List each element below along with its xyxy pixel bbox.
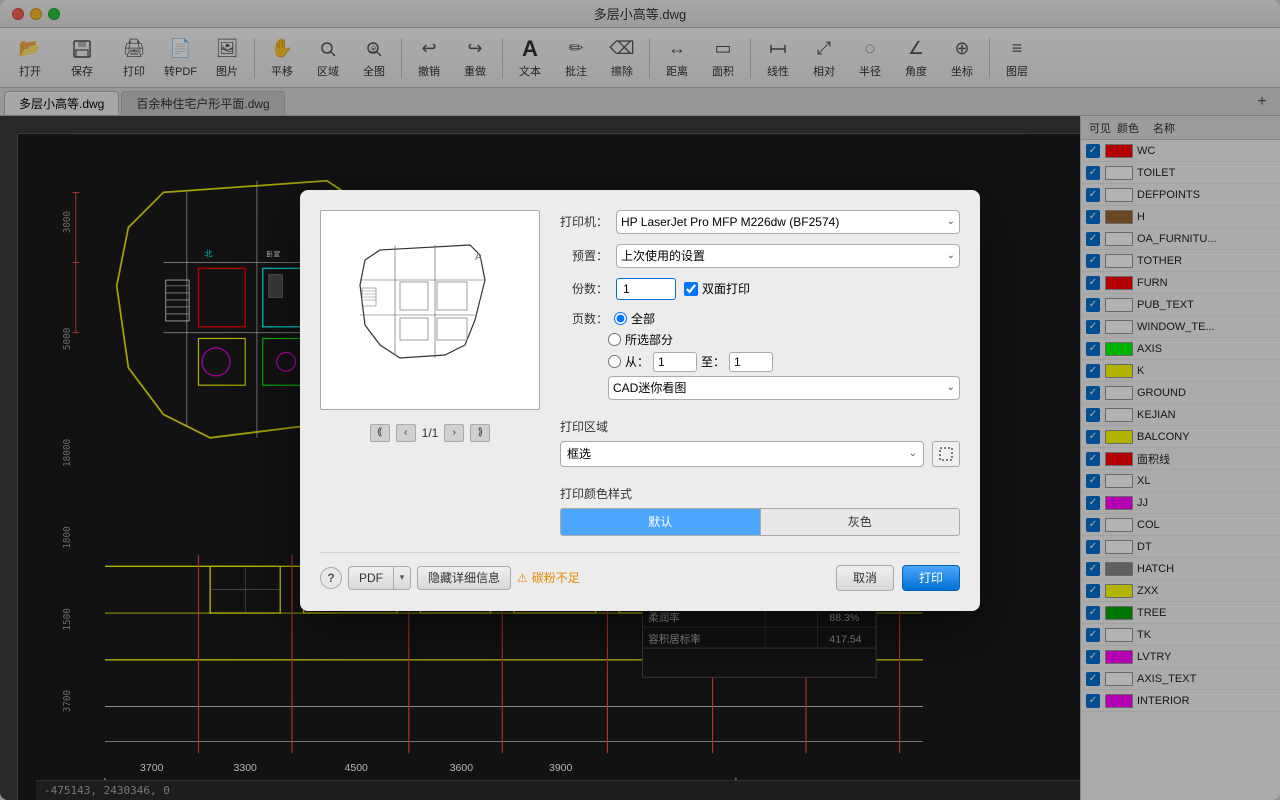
main-content: 3000 5000 18000 1800 1500 3700 bbox=[0, 116, 1280, 800]
pages-all-label: 全部 bbox=[631, 310, 655, 327]
duplex-label: 双面打印 bbox=[702, 280, 750, 297]
print-button[interactable]: 打印 bbox=[902, 565, 960, 591]
print-area-title: 打印区域 bbox=[560, 418, 960, 435]
printer-select[interactable]: HP LaserJet Pro MFP M226dw (BF2574) ⌄ bbox=[616, 210, 960, 234]
copies-input[interactable] bbox=[616, 278, 676, 300]
nav-next-btn[interactable]: › bbox=[444, 424, 464, 442]
print-preview-box: A bbox=[320, 210, 540, 410]
page-indicator: 1/1 bbox=[422, 426, 439, 440]
nav-last-btn[interactable]: ⟫ bbox=[470, 424, 490, 442]
preview-svg: A bbox=[330, 220, 530, 400]
printer-value: HP LaserJet Pro MFP M226dw (BF2574) bbox=[621, 215, 839, 229]
duplex-row: 双面打印 bbox=[684, 280, 750, 297]
viewer-select[interactable]: CAD迷你看图 ⌄ bbox=[608, 376, 960, 400]
copies-row: 份数： 双面打印 bbox=[560, 278, 960, 300]
area-icon-btn[interactable] bbox=[932, 441, 960, 467]
dialog-preview: A ⟪ ‹ 1/1 › ⟫ bbox=[320, 210, 540, 536]
page-to-input[interactable] bbox=[729, 352, 773, 372]
nav-prev-btn[interactable]: ‹ bbox=[396, 424, 416, 442]
pages-all-radio[interactable] bbox=[614, 312, 627, 325]
dialog-footer: ? PDF ▾ 隐藏详细信息 ⚠ 碳粉不足 取消 打印 bbox=[320, 552, 960, 591]
print-dialog-overlay: A ⟪ ‹ 1/1 › ⟫ bbox=[0, 116, 1280, 800]
print-dialog: A ⟪ ‹ 1/1 › ⟫ bbox=[300, 190, 980, 611]
viewer-value: CAD迷你看图 bbox=[613, 379, 686, 396]
color-default-btn[interactable]: 默认 bbox=[560, 508, 761, 536]
color-buttons: 默认 灰色 bbox=[560, 508, 960, 536]
svg-text:A: A bbox=[475, 252, 482, 263]
color-section: 打印颜色样式 默认 灰色 bbox=[560, 481, 960, 536]
page-from-input[interactable] bbox=[653, 352, 697, 372]
area-select[interactable]: 框选 ⌄ bbox=[560, 441, 924, 467]
area-value: 框选 bbox=[567, 445, 591, 462]
print-area-section: 打印区域 框选 ⌄ bbox=[560, 414, 960, 467]
preset-label: 预置： bbox=[560, 247, 608, 264]
dialog-form: 打印机： HP LaserJet Pro MFP M226dw (BF2574)… bbox=[560, 210, 960, 536]
color-gray-btn[interactable]: 灰色 bbox=[761, 508, 961, 536]
preset-value: 上次使用的设置 bbox=[621, 247, 705, 264]
warning-icon: ⚠ bbox=[517, 571, 528, 585]
footer-right: 取消 打印 bbox=[836, 565, 960, 591]
pages-row: 页数： 全部 所选部分 bbox=[560, 310, 960, 400]
printer-label: 打印机： bbox=[560, 213, 608, 230]
preset-arrow: ⌄ bbox=[947, 250, 955, 261]
crop-icon bbox=[938, 446, 954, 462]
warning-text: 碳粉不足 bbox=[532, 569, 580, 586]
pages-selection-radio[interactable] bbox=[608, 333, 621, 346]
cancel-button[interactable]: 取消 bbox=[836, 565, 894, 591]
pages-to-label: 至： bbox=[701, 353, 725, 370]
color-style-title: 打印颜色样式 bbox=[560, 485, 960, 502]
preview-nav: ⟪ ‹ 1/1 › ⟫ bbox=[320, 424, 540, 442]
printer-row: 打印机： HP LaserJet Pro MFP M226dw (BF2574)… bbox=[560, 210, 960, 234]
pdf-group: PDF ▾ bbox=[348, 566, 411, 590]
duplex-checkbox[interactable] bbox=[684, 282, 698, 296]
hide-info-button[interactable]: 隐藏详细信息 bbox=[417, 566, 511, 590]
warning-area: ⚠ 碳粉不足 bbox=[517, 569, 580, 586]
pdf-dropdown-btn[interactable]: ▾ bbox=[393, 566, 411, 590]
copies-label: 份数： bbox=[560, 280, 608, 297]
viewer-arrow: ⌄ bbox=[947, 382, 955, 393]
help-button[interactable]: ? bbox=[320, 567, 342, 589]
printer-arrow: ⌄ bbox=[947, 216, 955, 227]
preset-select[interactable]: 上次使用的设置 ⌄ bbox=[616, 244, 960, 268]
footer-left: ? PDF ▾ 隐藏详细信息 ⚠ 碳粉不足 bbox=[320, 566, 580, 590]
pdf-button[interactable]: PDF bbox=[348, 566, 393, 590]
print-area-row: 框选 ⌄ bbox=[560, 441, 960, 467]
preset-row: 预置： 上次使用的设置 ⌄ bbox=[560, 244, 960, 268]
pages-label: 页数： bbox=[560, 310, 608, 327]
dialog-body: A ⟪ ‹ 1/1 › ⟫ bbox=[320, 210, 960, 536]
nav-first-btn[interactable]: ⟪ bbox=[370, 424, 390, 442]
pages-selection-label: 所选部分 bbox=[625, 331, 673, 348]
pages-range-radio[interactable] bbox=[608, 355, 621, 368]
area-arrow: ⌄ bbox=[909, 448, 917, 459]
app-window: 多层小高等.dwg 📂 打开 保存 🖨 打印 📄 转PDF 🖼 图片 ✋ bbox=[0, 0, 1280, 800]
pages-from-label: 从： bbox=[625, 353, 649, 370]
